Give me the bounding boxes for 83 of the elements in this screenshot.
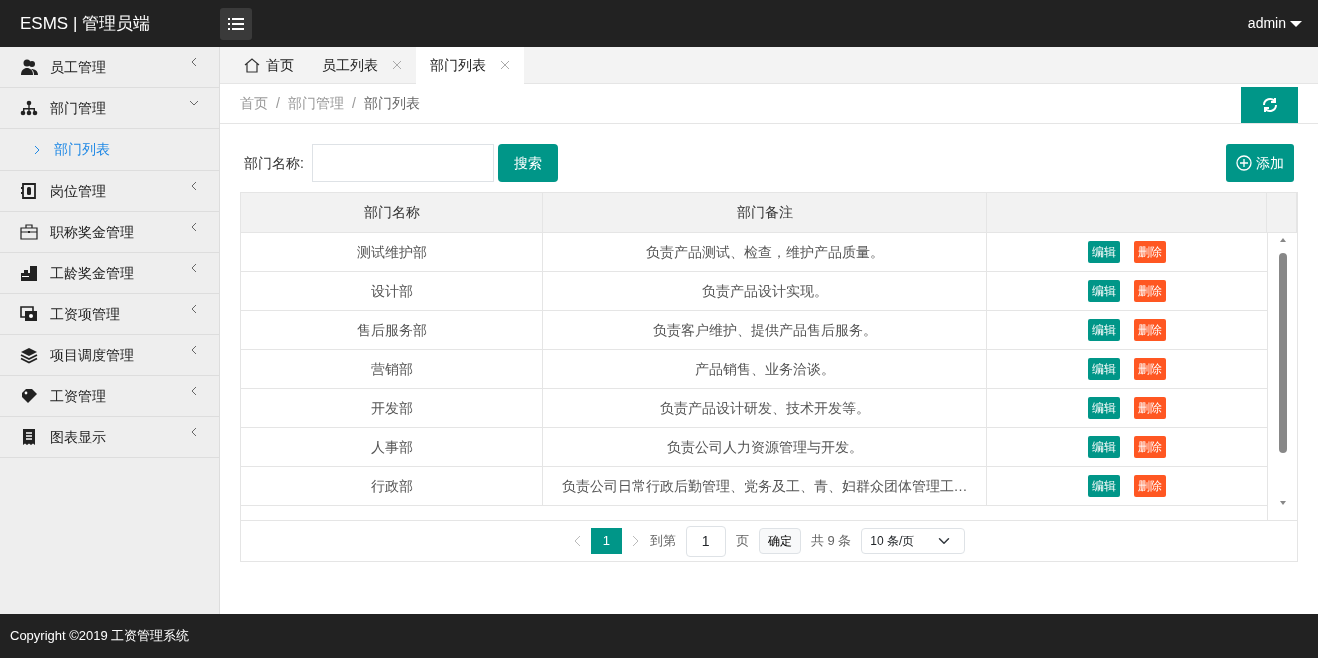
next-page-icon[interactable] — [631, 535, 640, 547]
sidebar-item[interactable]: 项目调度管理 — [0, 335, 219, 376]
page-size-select[interactable]: 10 条/页 — [861, 528, 966, 554]
sidebar-item[interactable]: 部门管理 — [0, 88, 219, 129]
briefcase-icon — [20, 223, 38, 241]
table-cell: 负责客户维护、提供产品售后服务。 — [543, 311, 987, 349]
layers-icon — [20, 346, 38, 364]
price-tag-icon — [20, 387, 38, 405]
delete-button[interactable]: 删除 — [1134, 397, 1166, 419]
confirm-button[interactable]: 确定 — [758, 528, 801, 554]
footer-text: Copyright ©2019 工资管理系统 — [0, 614, 1318, 658]
table-cell: 设计部 — [241, 272, 543, 310]
sidebar-item[interactable]: 员工管理 — [0, 47, 219, 88]
table-cell: 人事部 — [241, 428, 543, 466]
close-icon[interactable] — [392, 60, 402, 70]
close-icon[interactable] — [500, 60, 510, 70]
user-name[interactable]: admin — [1247, 13, 1286, 34]
table-cell: 负责公司人力资源管理与开发。 — [543, 428, 987, 466]
total-count: 共 9 条 — [810, 532, 852, 551]
edit-button[interactable]: 编辑 — [1088, 319, 1120, 341]
edit-button[interactable]: 编辑 — [1088, 397, 1120, 419]
menu-button[interactable] — [220, 7, 252, 40]
sidebar-subitem[interactable]: 部门列表 — [0, 129, 219, 171]
user-menu[interactable]: admin — [1247, 13, 1302, 34]
breadcrumb-link[interactable]: 首页 — [240, 93, 268, 114]
plus-icon — [1236, 155, 1252, 171]
home-icon — [244, 57, 260, 73]
id-badge-icon — [20, 182, 38, 200]
table-cell: 负责产品测试、检查，维护产品质量。 — [543, 233, 987, 271]
caret-icon — [1290, 19, 1302, 28]
delete-button[interactable]: 删除 — [1134, 280, 1166, 302]
menu-icon — [228, 17, 244, 30]
page-button[interactable]: 1 — [590, 528, 622, 554]
table-cell: 产品销售、业务洽谈。 — [543, 350, 987, 388]
delete-button[interactable]: 删除 — [1134, 319, 1166, 341]
chevron-icon — [34, 144, 40, 155]
goto-label: 到第 — [649, 532, 676, 551]
search-field[interactable] — [311, 144, 494, 182]
table-cell: 负责公司日常行政后勤管理、党务及工、青、妇群众团体管理工… — [543, 467, 987, 505]
sidebar-item[interactable]: 工资管理 — [0, 376, 219, 417]
column-header: 部门名称 — [241, 193, 543, 232]
sidebar-item[interactable]: 工资项管理 — [0, 294, 219, 335]
delete-button[interactable]: 删除 — [1134, 241, 1166, 263]
page-unit-label: 页 — [735, 532, 749, 551]
app-title: ESMS | 管理员端 — [19, 12, 152, 35]
add-button[interactable]: 添加 — [1226, 144, 1294, 182]
prev-page-icon[interactable] — [572, 535, 581, 547]
search-label: 部门名称: — [244, 153, 304, 173]
page-number-field[interactable]: 1 — [685, 525, 726, 557]
table-cell: 负责产品设计研发、技术开发等。 — [543, 389, 987, 427]
edit-button[interactable]: 编辑 — [1088, 241, 1120, 263]
refresh-icon — [1260, 96, 1279, 114]
column-header: 部门备注 — [543, 193, 987, 232]
building-icon — [20, 264, 38, 282]
table-cell: 行政部 — [241, 467, 543, 505]
table-cell: 开发部 — [241, 389, 543, 427]
sidebar-item[interactable]: 职称奖金管理 — [0, 212, 219, 253]
table-cell: 售后服务部 — [241, 311, 543, 349]
breadcrumb-separator: / — [351, 94, 356, 113]
delete-button[interactable]: 删除 — [1134, 436, 1166, 458]
people-icon — [20, 58, 38, 76]
hierarchy-icon — [20, 99, 38, 117]
tab[interactable]: 首页 — [230, 46, 308, 84]
breadcrumb-separator: / — [276, 94, 280, 113]
edit-button[interactable]: 编辑 — [1088, 358, 1120, 380]
breadcrumb-link[interactable]: 部门管理 — [287, 93, 344, 114]
edit-button[interactable]: 编辑 — [1088, 436, 1120, 458]
sidebar-item[interactable]: 图表显示 — [0, 417, 219, 458]
table-cell: 测试维护部 — [241, 233, 543, 271]
sidebar-item[interactable]: 工龄奖金管理 — [0, 253, 219, 294]
table-cell: 负责产品设计实现。 — [543, 272, 987, 310]
sidebar-item[interactable]: 岗位管理 — [0, 171, 219, 212]
edit-button[interactable]: 编辑 — [1088, 280, 1120, 302]
tab[interactable]: 员工列表 — [308, 46, 416, 84]
edit-button[interactable]: 编辑 — [1088, 475, 1120, 497]
table-cell: 营销部 — [241, 350, 543, 388]
refresh-button[interactable] — [1241, 87, 1298, 123]
banknote-icon — [20, 305, 38, 323]
receipt-icon — [20, 428, 38, 446]
tab[interactable]: 部门列表 — [416, 46, 524, 84]
search-button[interactable]: 搜索 — [497, 144, 558, 182]
delete-button[interactable]: 删除 — [1134, 358, 1166, 380]
delete-button[interactable]: 删除 — [1134, 475, 1166, 497]
